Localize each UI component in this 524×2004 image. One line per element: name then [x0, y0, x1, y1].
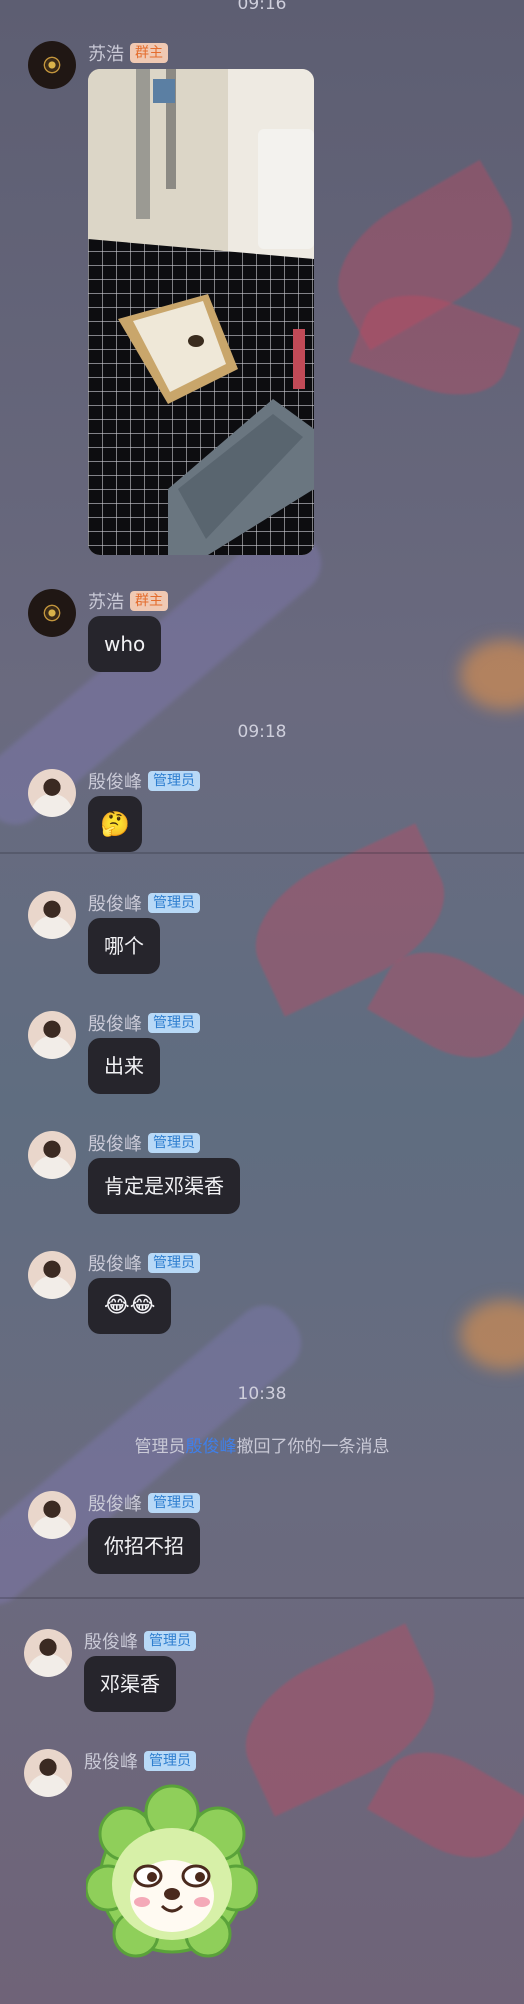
avatar[interactable] — [28, 1131, 76, 1179]
role-badge: 群主 — [130, 591, 168, 611]
avatar[interactable] — [28, 1251, 76, 1299]
role-badge: 管理员 — [144, 1751, 196, 1771]
role-badge: 群主 — [130, 43, 168, 63]
sender-name: 殷俊峰 管理员 — [88, 1010, 200, 1036]
role-badge: 管理员 — [148, 1253, 200, 1273]
message-bubble[interactable]: 出来 — [88, 1038, 160, 1094]
sender-name: 殷俊峰 管理员 — [88, 1490, 200, 1516]
role-badge: 管理员 — [148, 771, 200, 791]
message-bubble[interactable]: 邓渠香 — [84, 1656, 176, 1712]
timestamp: 09:18 — [237, 722, 287, 742]
avatar[interactable] — [24, 1749, 72, 1797]
sender-name: 殷俊峰 管理员 — [88, 768, 200, 794]
avatar[interactable] — [28, 891, 76, 939]
bathroom-photo — [88, 69, 314, 555]
avatar[interactable] — [28, 41, 76, 89]
role-badge: 管理员 — [148, 1133, 200, 1153]
role-badge: 管理员 — [148, 893, 200, 913]
sender-name: 苏浩 群主 — [88, 40, 168, 66]
role-badge: 管理员 — [148, 1013, 200, 1033]
avatar[interactable] — [24, 1629, 72, 1677]
sender-name: 殷俊峰 管理员 — [88, 890, 200, 916]
message-bubble[interactable]: 你招不招 — [88, 1518, 200, 1574]
sender-name: 殷俊峰 管理员 — [88, 1130, 200, 1156]
message-bubble[interactable]: 😂😂 — [88, 1278, 172, 1334]
recall-notice: 管理员殷俊峰撤回了你的一条消息 — [134, 1437, 390, 1457]
sender-name: 苏浩 群主 — [88, 588, 168, 614]
role-badge: 管理员 — [148, 1493, 200, 1513]
avatar[interactable] — [28, 1491, 76, 1539]
sender-name: 殷俊峰 管理员 — [88, 1250, 200, 1276]
role-badge: 管理员 — [144, 1631, 196, 1651]
sender-name: 殷俊峰 管理员 — [84, 1628, 196, 1654]
message-bubble[interactable]: 🤔 — [88, 796, 142, 852]
recall-admin-name[interactable]: 殷俊峰 — [186, 1437, 237, 1457]
avatar[interactable] — [28, 769, 76, 817]
message-bubble[interactable]: who — [88, 616, 162, 672]
message-bubble[interactable]: 肯定是邓渠香 — [88, 1158, 240, 1214]
image-message[interactable] — [88, 69, 314, 555]
timestamp: 10:38 — [237, 1384, 287, 1404]
avatar[interactable] — [28, 589, 76, 637]
timestamp: 09:16 — [237, 0, 287, 14]
cabbage-dog-sticker[interactable] — [84, 1784, 260, 1958]
avatar[interactable] — [28, 1011, 76, 1059]
sender-name: 殷俊峰 管理员 — [84, 1748, 196, 1774]
message-bubble[interactable]: 哪个 — [88, 918, 160, 974]
